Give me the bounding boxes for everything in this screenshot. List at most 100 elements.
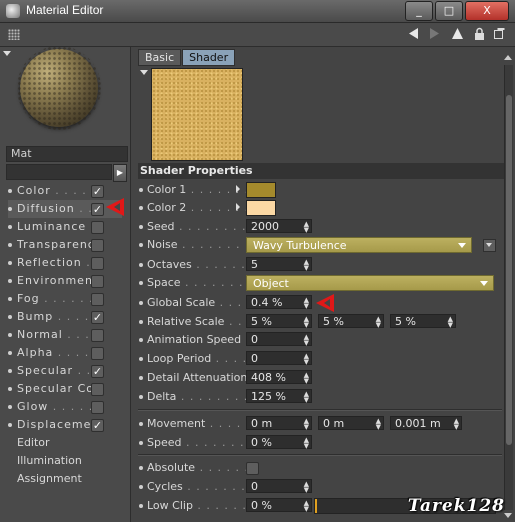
param-dot-icon[interactable] bbox=[139, 281, 143, 285]
channel-displacement[interactable]: Displacement . . . . . . . . . . . . .✓ bbox=[8, 416, 122, 434]
channel-checkbox[interactable] bbox=[91, 383, 104, 396]
param-detail-attenuation: Detail Attenuation . 408 %▲▼ bbox=[138, 369, 500, 387]
channel-transparency[interactable]: Transparency . . . . . . . . . . . . . bbox=[8, 236, 122, 254]
scrollbar[interactable] bbox=[504, 65, 513, 510]
grip-icon[interactable] bbox=[8, 29, 20, 40]
channel-illumination[interactable]: Illumination bbox=[8, 452, 122, 470]
channel-diffusion[interactable]: Diffusion . . . . . . . . . . . . .✓ bbox=[8, 200, 122, 218]
up-arrow-icon[interactable] bbox=[450, 27, 465, 42]
channel-checkbox[interactable] bbox=[91, 293, 104, 306]
texture-menu-arrow-icon[interactable] bbox=[140, 70, 148, 75]
channel-environment[interactable]: Environment . . . . . . . . . . . . . bbox=[8, 272, 122, 290]
slider-knob[interactable] bbox=[315, 499, 317, 513]
channel-assignment[interactable]: Assignment bbox=[8, 470, 122, 488]
title-bar[interactable]: Material Editor _ □ X bbox=[0, 0, 515, 23]
channel-checkbox[interactable]: ✓ bbox=[91, 203, 104, 216]
param-dot-icon[interactable] bbox=[139, 422, 143, 426]
low-clip-input[interactable]: 0 % ▲ ▼ bbox=[246, 498, 312, 513]
channel-bump[interactable]: Bump . . . . . . . . . . . . .✓ bbox=[8, 308, 122, 326]
channel-normal[interactable]: Normal . . . . . . . . . . . . . bbox=[8, 326, 122, 344]
minimize-button[interactable]: _ bbox=[405, 1, 433, 21]
material-name-field[interactable]: Mat bbox=[6, 146, 128, 162]
channel-editor[interactable]: Editor bbox=[8, 434, 122, 452]
movement-y-input[interactable]: 0 m ▲ ▼ bbox=[318, 416, 384, 431]
channel-checkbox[interactable] bbox=[91, 347, 104, 360]
param-dot-icon[interactable] bbox=[139, 206, 143, 210]
close-button[interactable]: X bbox=[465, 1, 509, 21]
color1-swatch[interactable] bbox=[246, 182, 276, 198]
noise-dropdown[interactable]: Wavy Turbulence bbox=[246, 237, 472, 253]
movement-x-input[interactable]: 0 m ▲ ▼ bbox=[246, 416, 312, 431]
channel-checkbox[interactable] bbox=[91, 257, 104, 270]
movement-z-input[interactable]: 0.001 m ▲ ▼ bbox=[390, 416, 462, 431]
channel-reflection[interactable]: Reflection . . . . . . . . . . . . . bbox=[8, 254, 122, 272]
channel-checkbox[interactable] bbox=[91, 239, 104, 252]
param-dot-icon[interactable] bbox=[139, 466, 143, 470]
space-dropdown[interactable]: Object bbox=[246, 275, 494, 291]
channel-specular-color[interactable]: Specular Color . . . . . . . . . . . . . bbox=[8, 380, 122, 398]
tab-basic[interactable]: Basic bbox=[138, 49, 182, 66]
spinner-icon: ▲ ▼ bbox=[303, 296, 309, 310]
channel-specular[interactable]: Specular . . . . . . . . . . . . .✓ bbox=[8, 362, 122, 380]
new-window-icon[interactable] bbox=[492, 27, 507, 42]
material-search-arrow-icon[interactable]: ▶ bbox=[113, 164, 127, 182]
scroll-up-icon[interactable] bbox=[504, 55, 512, 60]
spinner-icon: ▲ ▼ bbox=[303, 220, 309, 234]
octaves-input[interactable]: 5 ▲ ▼ bbox=[246, 257, 312, 272]
param-dot-icon[interactable] bbox=[139, 301, 143, 305]
param-dot-icon[interactable] bbox=[139, 320, 143, 324]
param-dot-icon[interactable] bbox=[139, 441, 143, 445]
global-scale-input[interactable]: 0.4 % ▲ ▼ bbox=[246, 295, 312, 310]
channel-color[interactable]: Color . . . . . . . . . . . . .✓ bbox=[8, 182, 122, 200]
channel-checkbox[interactable]: ✓ bbox=[91, 365, 104, 378]
noise-options-icon[interactable] bbox=[483, 239, 496, 252]
lock-icon[interactable] bbox=[472, 27, 487, 42]
param-dot-icon[interactable] bbox=[139, 376, 143, 380]
tab-shader[interactable]: Shader bbox=[182, 49, 236, 66]
param-dot-icon[interactable] bbox=[139, 357, 143, 361]
relative-scale-z-input[interactable]: 5 % ▲ ▼ bbox=[390, 314, 456, 329]
param-dot-icon[interactable] bbox=[139, 338, 143, 342]
expand-arrow-icon[interactable] bbox=[236, 185, 240, 193]
channel-alpha[interactable]: Alpha . . . . . . . . . . . . . bbox=[8, 344, 122, 362]
cycles-input[interactable]: 0 ▲ ▼ bbox=[246, 479, 312, 494]
detail-attenuation-input[interactable]: 408 % ▲ ▼ bbox=[246, 370, 312, 385]
speed-input[interactable]: 0 % ▲ ▼ bbox=[246, 435, 312, 450]
relative-scale-y-input[interactable]: 5 % ▲ ▼ bbox=[318, 314, 384, 329]
forward-arrow-icon[interactable] bbox=[427, 27, 442, 42]
absolute-checkbox[interactable] bbox=[246, 462, 259, 475]
param-dot-icon[interactable] bbox=[139, 243, 143, 247]
maximize-button[interactable]: □ bbox=[435, 1, 463, 21]
delta-input[interactable]: 125 % ▲ ▼ bbox=[246, 389, 312, 404]
material-preview[interactable] bbox=[14, 46, 122, 143]
channel-checkbox[interactable] bbox=[91, 221, 104, 234]
channel-checkbox[interactable]: ✓ bbox=[91, 419, 104, 432]
back-arrow-icon[interactable] bbox=[406, 27, 421, 42]
param-dot-icon[interactable] bbox=[139, 263, 143, 267]
channel-checkbox[interactable]: ✓ bbox=[91, 311, 104, 324]
channel-glow[interactable]: Glow . . . . . . . . . . . . . bbox=[8, 398, 122, 416]
loop-period-input[interactable]: 0 ▲ ▼ bbox=[246, 351, 312, 366]
scroll-down-icon[interactable] bbox=[504, 513, 512, 518]
param-dot-icon[interactable] bbox=[139, 188, 143, 192]
channel-luminance[interactable]: Luminance . . . . . . . . . . . . . bbox=[8, 218, 122, 236]
scrollbar-thumb[interactable] bbox=[506, 95, 512, 445]
param-dot-icon[interactable] bbox=[139, 485, 143, 489]
channel-checkbox[interactable] bbox=[91, 401, 104, 414]
expand-arrow-icon[interactable] bbox=[236, 203, 240, 211]
channel-label: Specular bbox=[17, 364, 74, 377]
preview-menu-arrow-icon[interactable] bbox=[3, 51, 11, 56]
relative-scale-x-input[interactable]: 5 % ▲ ▼ bbox=[246, 314, 312, 329]
channel-checkbox[interactable] bbox=[91, 329, 104, 342]
param-dot-icon[interactable] bbox=[139, 225, 143, 229]
channel-fog[interactable]: Fog . . . . . . . . . . . . . bbox=[8, 290, 122, 308]
seed-input[interactable]: 2000 ▲ ▼ bbox=[246, 219, 312, 234]
material-search-field[interactable] bbox=[6, 164, 112, 180]
channel-checkbox[interactable]: ✓ bbox=[91, 185, 104, 198]
param-dot-icon[interactable] bbox=[139, 395, 143, 399]
animation-speed-input[interactable]: 0 ▲ ▼ bbox=[246, 332, 312, 347]
channel-checkbox[interactable] bbox=[91, 275, 104, 288]
param-label: Delta bbox=[147, 390, 177, 403]
param-dot-icon[interactable] bbox=[139, 504, 143, 508]
color2-swatch[interactable] bbox=[246, 200, 276, 216]
